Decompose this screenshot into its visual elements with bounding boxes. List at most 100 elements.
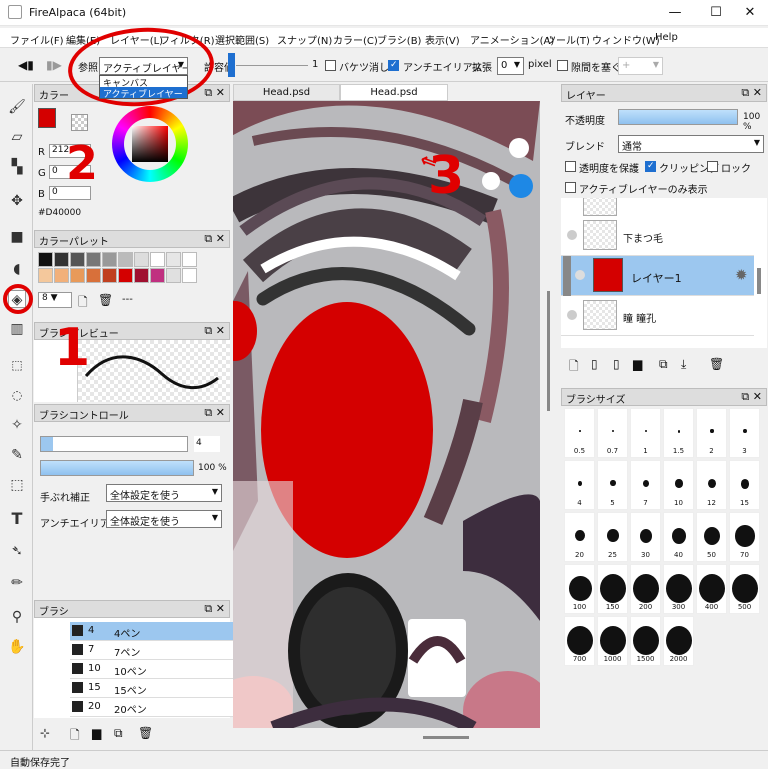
menu-view[interactable]: 表示(V) — [425, 32, 460, 47]
palette-swatch[interactable] — [166, 252, 181, 267]
prev-icon[interactable]: ◀▮ — [18, 58, 34, 72]
folder-icon[interactable]: ▆ — [633, 357, 642, 371]
palette-swatch[interactable] — [182, 252, 197, 267]
delete-palette-icon[interactable]: 🗑 — [98, 293, 113, 307]
brush-size-cell[interactable]: 7 — [630, 460, 661, 510]
minimize-button[interactable]: — — [655, 3, 695, 23]
delete-layer-icon[interactable]: 🗑 — [709, 357, 724, 371]
dropdown-option-canvas[interactable]: キャンバス — [100, 76, 187, 89]
close-button[interactable]: ✕ — [730, 3, 768, 23]
gradient-tool-icon[interactable]: ▥ — [8, 320, 26, 338]
palette-swatch[interactable] — [102, 268, 117, 283]
tolerance-slider-handle[interactable] — [228, 53, 235, 77]
menu-animation[interactable]: アニメーション(A) — [470, 32, 554, 47]
rect-fill-tool-icon[interactable]: ■ — [8, 228, 26, 246]
palette-swatch[interactable] — [86, 252, 101, 267]
antialias-checkbox[interactable] — [388, 60, 399, 71]
palette-swatch[interactable] — [70, 252, 85, 267]
transparent-swatch[interactable] — [71, 114, 88, 131]
next-icon[interactable]: ▮▶ — [46, 58, 62, 72]
folder-icon[interactable]: ▆ — [92, 726, 101, 740]
layer-opacity-slider[interactable] — [618, 109, 738, 125]
layer-row-active[interactable]: レイヤー1 ✹ — [561, 256, 754, 296]
brush-size-value[interactable]: 4 — [194, 436, 220, 452]
palette-swatch[interactable] — [166, 268, 181, 283]
palette-swatch[interactable] — [38, 268, 53, 283]
palette-swatch[interactable] — [54, 252, 69, 267]
magic-wand-tool-icon[interactable]: ✧ — [8, 416, 26, 434]
brush-size-cell[interactable]: 25 — [597, 512, 628, 562]
brush-item[interactable]: 20 20ペン — [70, 698, 246, 717]
brush-size-cell[interactable]: 3 — [729, 408, 760, 458]
lock-checkbox[interactable] — [707, 161, 718, 172]
palette-swatch[interactable] — [38, 252, 53, 267]
palette-swatch[interactable] — [118, 252, 133, 267]
brush-size-cell[interactable]: 40 — [663, 512, 694, 562]
select-pen-tool-icon[interactable]: ✎ — [8, 446, 26, 464]
brush-size-cell[interactable]: 1000 — [597, 616, 628, 666]
palette-swatches[interactable] — [38, 252, 218, 286]
brush-size-slider[interactable] — [40, 436, 188, 452]
palette-swatch[interactable] — [134, 268, 149, 283]
pen-tool-icon[interactable]: ✏ — [8, 574, 26, 592]
dropdown-option-active-layer[interactable]: アクティブレイヤー — [100, 87, 187, 100]
tolerance-slider-track[interactable] — [236, 65, 308, 66]
brush-size-cell[interactable]: 70 — [729, 512, 760, 562]
brush-size-cell[interactable]: 50 — [696, 512, 727, 562]
menu-snap[interactable]: スナップ(N) — [277, 32, 332, 47]
layer-row[interactable]: 下まつ毛 — [561, 216, 754, 256]
brush-size-cell[interactable]: 200 — [630, 564, 661, 614]
canvas[interactable]: ⇖ — [233, 101, 540, 728]
brush-size-cell[interactable]: 4 — [564, 460, 595, 510]
palette-swatch[interactable] — [70, 268, 85, 283]
new-layer-icon[interactable]: 🗋 — [569, 357, 579, 378]
dot-tool-icon[interactable]: ▚ — [8, 158, 26, 176]
brush-size-cell[interactable]: 12 — [696, 460, 727, 510]
brush-size-cell[interactable]: 300 — [663, 564, 694, 614]
layer-row[interactable]: 瞳 瞳孔 — [561, 296, 754, 336]
saturation-value-square[interactable] — [132, 126, 168, 162]
palette-swatch[interactable] — [118, 268, 133, 283]
gap-close-select[interactable]: + ▼ — [618, 57, 663, 75]
palette-swatch[interactable] — [150, 252, 165, 267]
stabilizer-select[interactable]: 全体設定を使う ▼ — [106, 484, 222, 502]
brush-size-cell[interactable]: 0.7 — [597, 408, 628, 458]
brush-size-cell[interactable]: 500 — [729, 564, 760, 614]
brush-size-cell[interactable]: 5 — [597, 460, 628, 510]
palette-swatch[interactable] — [134, 252, 149, 267]
brush-size-cell[interactable]: 150 — [597, 564, 628, 614]
brush-size-cell[interactable]: 700 — [564, 616, 595, 666]
brush-size-cell[interactable]: 1500 — [630, 616, 661, 666]
palette-swatch[interactable] — [150, 268, 165, 283]
brush-opacity-slider[interactable] — [40, 460, 194, 476]
brush-item[interactable]: 44ペン✹ — [70, 622, 246, 641]
operation-tool-icon[interactable]: ➴ — [8, 542, 26, 560]
brush-size-cell[interactable]: 1.5 — [663, 408, 694, 458]
protect-alpha-checkbox[interactable] — [565, 161, 576, 172]
tab-head-psd-2[interactable]: Head.psd — [340, 84, 448, 101]
new-brush-icon[interactable]: 🗋 — [70, 726, 80, 747]
palette-swatch[interactable] — [102, 252, 117, 267]
new-8bit-layer-icon[interactable]: ▯ — [591, 357, 598, 371]
menu-selection[interactable]: 選択範囲(S) — [215, 32, 269, 47]
brush-size-cell[interactable]: 0.5 — [564, 408, 595, 458]
menu-window[interactable]: ウィンドウ(W) — [592, 32, 660, 47]
brush-size-cell[interactable]: 2000 — [663, 616, 694, 666]
hand-tool-icon[interactable]: ✋ — [8, 638, 26, 656]
delete-brush-icon[interactable]: 🗑 — [138, 726, 153, 740]
primary-color-swatch[interactable] — [38, 108, 56, 128]
brush-tool-icon[interactable]: 🖌 — [8, 98, 26, 116]
menu-tool[interactable]: ツール(T) — [546, 32, 590, 47]
menu-color[interactable]: カラー(C) — [333, 32, 378, 47]
color-wheel[interactable] — [112, 106, 188, 182]
tab-head-psd-1[interactable]: Head.psd — [233, 84, 340, 101]
merge-down-icon[interactable]: ⤓ — [681, 357, 686, 372]
brush-item[interactable]: 7 7ペン — [70, 641, 246, 660]
brush-item[interactable]: 15 15ペン — [70, 679, 246, 698]
lasso-tool-icon[interactable]: ◌ — [8, 386, 26, 404]
duplicate-layer-icon[interactable]: ⧉ — [659, 357, 668, 372]
eyedropper-tool-icon[interactable]: ⚲ — [8, 608, 26, 626]
brush-antialias-select[interactable]: 全体設定を使う ▼ — [106, 510, 222, 528]
brush-size-cell[interactable]: 100 — [564, 564, 595, 614]
brush-size-cell[interactable]: 1 — [630, 408, 661, 458]
